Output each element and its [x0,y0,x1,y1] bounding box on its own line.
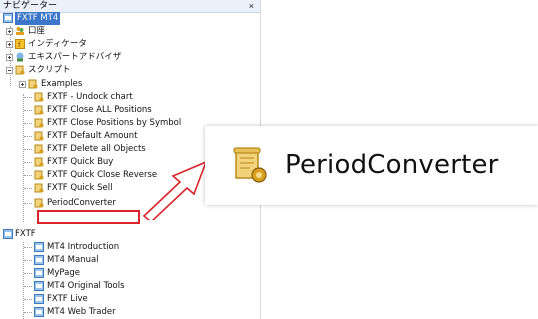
tree-item-link[interactable]: MT4 Manual [24,254,244,267]
tree-item-label: インディケータ [28,39,87,49]
tree-item-label: FXTF - Undock chart [47,92,133,102]
web-page-icon [34,255,44,265]
web-page-icon [34,307,44,317]
tree-item-label: FXTF [15,229,36,239]
tree-item-label: FXTF Quick Buy [47,157,114,167]
tree-item-label: FXTF Quick Sell [47,183,113,193]
tree-item-label: FXTF Live [47,294,88,304]
tree-item-label: FXTF Default Amount [47,131,138,141]
tree-item-label: スクリプト [28,65,71,75]
tree-item-label: FXTF Close ALL Positions [47,105,152,115]
tree-item-label: 口座 [28,26,46,36]
expand-toggle[interactable] [6,54,13,61]
tree-line [24,188,32,189]
tree-item-label: MyPage [47,268,80,278]
script-icon [34,92,44,102]
script-icon [34,131,44,141]
tree-item-label: PeriodConverter [47,198,116,208]
script-icon [34,144,44,154]
tree-item-label: FXTF Close Positions by Symbol [47,118,182,128]
tree-item-label: MT4 Original Tools [47,281,125,291]
script-icon [34,118,44,128]
tree-item-accounts[interactable]: 口座 [6,25,206,38]
tree-item-link[interactable]: MT4 Web Trader [24,306,244,319]
tree-item-indicators[interactable]: f インディケータ [6,38,206,51]
tree-line [24,247,32,248]
expand-toggle[interactable] [6,28,13,35]
tree-item-label: MT4 Web Trader [47,307,116,317]
tree-item-link[interactable]: MT4 Original Tools [24,280,244,293]
tree-line [24,286,32,287]
script-icon [28,79,38,89]
tree-line [24,175,32,176]
tree-item-experts[interactable]: エキスパートアドバイザ [6,51,206,64]
web-page-icon [34,242,44,252]
tree-item-link[interactable]: MyPage [24,267,244,280]
tree-line [24,260,32,261]
tree-item-fxtf[interactable]: FXTF [3,228,203,241]
tree-item-script[interactable]: FXTF - Undock chart [24,91,244,104]
tree-item-label: Examples [41,79,83,89]
tree-item-label: エキスパートアドバイザ [28,52,122,62]
highlight-box [37,210,140,224]
terminal-icon [3,13,13,23]
arrow-annotation [142,160,208,220]
tree-item-scripts[interactable]: スクリプト [6,64,206,77]
tree-line [24,123,32,124]
tree-line [24,273,32,274]
tree-line [24,312,32,313]
tree-item-examples[interactable]: Examples [19,78,219,91]
zoom-label: PeriodConverter [285,150,499,180]
script-icon [34,170,44,180]
tree-line [24,299,32,300]
script-folder-icon [15,65,25,75]
web-link-folder-icon [3,229,13,239]
tree-item-fxtf-mt4[interactable]: FXTF MT4 [3,12,203,25]
accounts-icon [16,27,24,35]
web-page-icon [34,294,44,304]
tree-item-link[interactable]: FXTF Live [24,293,244,306]
tree-item-label: FXTF Delete all Objects [47,144,146,154]
close-button[interactable]: × [249,0,254,12]
tree-line [24,110,32,111]
tree-line [24,203,32,204]
script-icon [34,105,44,115]
tree-line [24,149,32,150]
tree-item-label: FXTF MT4 [15,12,61,25]
zoom-callout: PeriodConverter [205,126,538,205]
tree-item-link[interactable]: MT4 Introduction [24,241,244,254]
tree-item-label: MT4 Introduction [47,242,120,252]
script-icon [233,147,267,183]
script-icon [34,198,44,208]
expand-toggle[interactable] [6,41,13,48]
tree-line [24,97,32,98]
tree-item-script[interactable]: FXTF Close ALL Positions [24,104,244,117]
tree-line [24,162,32,163]
script-icon [34,157,44,167]
web-page-icon [34,281,44,291]
navigator-title: ナビゲーター [3,1,58,11]
web-page-icon [34,268,44,278]
collapse-toggle[interactable] [6,67,13,74]
indicators-icon: f [15,39,25,49]
tree-line [24,136,32,137]
expand-toggle[interactable] [19,81,26,88]
tree-item-label: MT4 Manual [47,255,99,265]
expert-advisor-icon [16,52,24,62]
script-icon [34,183,44,193]
